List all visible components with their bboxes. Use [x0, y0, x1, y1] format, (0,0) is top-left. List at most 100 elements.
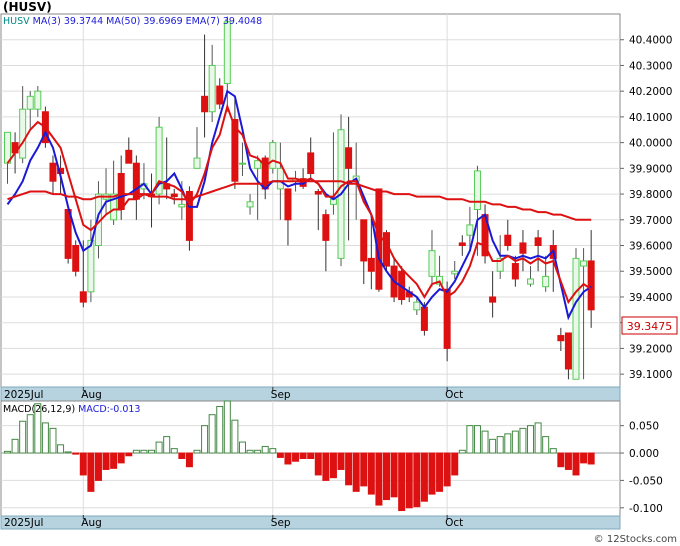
candle-body [4, 131, 11, 164]
macd-bar [292, 452, 300, 462]
date-label: Aug [81, 389, 102, 401]
macd-bar [542, 436, 550, 454]
price-tick-label: 40.0000 [629, 138, 672, 150]
macd-tick-label: -0.050 [629, 475, 663, 487]
candle-body [307, 152, 315, 174]
candle-body [375, 188, 383, 290]
macd-bar [170, 448, 178, 454]
macd-bar [148, 449, 156, 454]
macd-bar [26, 414, 34, 454]
macd-bar [572, 452, 580, 476]
candle-body [564, 332, 572, 370]
macd-bar [322, 452, 330, 481]
candle-body [466, 224, 474, 236]
macd-bar [458, 449, 466, 454]
price-tick-label: 39.4000 [629, 292, 672, 304]
macd-bar [102, 452, 110, 470]
macd-bar [345, 452, 353, 486]
macd-bar [549, 448, 557, 454]
legend-item: HUSV [3, 16, 30, 27]
candle-body [489, 296, 497, 303]
candle-body [428, 250, 436, 277]
macd-tick-label: -0.100 [629, 503, 663, 515]
candle-body [178, 203, 186, 208]
macd-bar [337, 452, 345, 470]
macd-bar [527, 425, 535, 454]
price-tick-label: 39.8000 [629, 189, 672, 201]
candle-body [473, 170, 481, 211]
macd-bar [185, 452, 193, 468]
macd-bar [443, 452, 451, 487]
macd-bar [94, 452, 102, 481]
macd-bar [420, 452, 428, 502]
candle-body [201, 95, 209, 113]
macd-bar [329, 452, 337, 479]
macd-bar [504, 433, 512, 454]
macd-bar [405, 452, 413, 509]
candle-body [458, 242, 466, 247]
candle-body [238, 162, 246, 165]
price-legend-text: HUSV MA(3) 39.3744 MA(50) 39.6969 EMA(7)… [3, 16, 262, 27]
price-tick-label: 40.4000 [629, 35, 672, 47]
macd-bar [519, 427, 527, 454]
price-tick-label: 39.7000 [629, 215, 672, 227]
candle-body [26, 95, 34, 110]
macd-bar [375, 452, 383, 506]
macd-bar [57, 444, 65, 454]
candle-body [269, 142, 277, 169]
macd-bar [511, 430, 519, 454]
macd-bar [436, 452, 444, 492]
macd-bar [11, 438, 19, 454]
macd-bar [4, 450, 11, 454]
macd-bar [284, 452, 292, 465]
stock-chart: 39.100039.200039.300039.400039.500039.60… [0, 13, 678, 545]
macd-bar [132, 449, 140, 454]
macd-bar [360, 452, 368, 487]
watermark: © 12Stocks.com [594, 534, 677, 545]
price-panel [0, 13, 621, 388]
macd-bar [163, 436, 171, 454]
macd-bar [231, 419, 239, 454]
macd-bar [489, 438, 497, 454]
macd-legend-text: MACD(26,12,9) MACD:-0.013 [3, 404, 140, 415]
candle-body [170, 193, 178, 198]
macd-bar [238, 441, 246, 454]
macd-bar [223, 400, 231, 454]
macd-bar [64, 451, 72, 454]
candle-body [125, 149, 133, 164]
macd-bar [261, 445, 269, 454]
candle-body [587, 260, 595, 311]
date-label: Oct [445, 517, 463, 529]
macd-bar [466, 425, 474, 454]
candle-body [284, 188, 292, 221]
macd-bar [352, 452, 360, 492]
macd-bar [534, 422, 542, 454]
price-tick-label: 40.3000 [629, 60, 672, 72]
macd-bar [473, 425, 481, 454]
macd-bar [307, 452, 315, 459]
macd-bar [201, 425, 209, 454]
date-label: Sep [271, 517, 291, 529]
last-price-label: 39.3475 [627, 320, 673, 333]
price-tick-label: 39.1000 [629, 369, 672, 381]
candle-body [254, 160, 262, 169]
macd-bar [413, 452, 421, 508]
legend-item: MA(3) 39.3744 [30, 16, 103, 27]
candle-body [19, 108, 27, 159]
price-tick-label: 40.1000 [629, 112, 672, 124]
macd-bar [79, 452, 87, 476]
candle-body [572, 257, 580, 380]
price-legend: HUSV MA(3) 39.3744 MA(50) 39.6969 EMA(7)… [3, 16, 262, 27]
macd-bar [314, 452, 322, 476]
macd-bar [41, 422, 49, 454]
candle-body [246, 201, 254, 208]
candle-body [519, 242, 527, 254]
candle-body [367, 257, 375, 272]
candle-body [511, 263, 519, 280]
macd-bar [155, 441, 163, 454]
last-price-box: 39.3475 [621, 316, 678, 335]
candle-body [208, 64, 216, 113]
macd-bar [557, 452, 565, 468]
macd-bar [110, 452, 118, 469]
macd-bar [580, 452, 588, 464]
